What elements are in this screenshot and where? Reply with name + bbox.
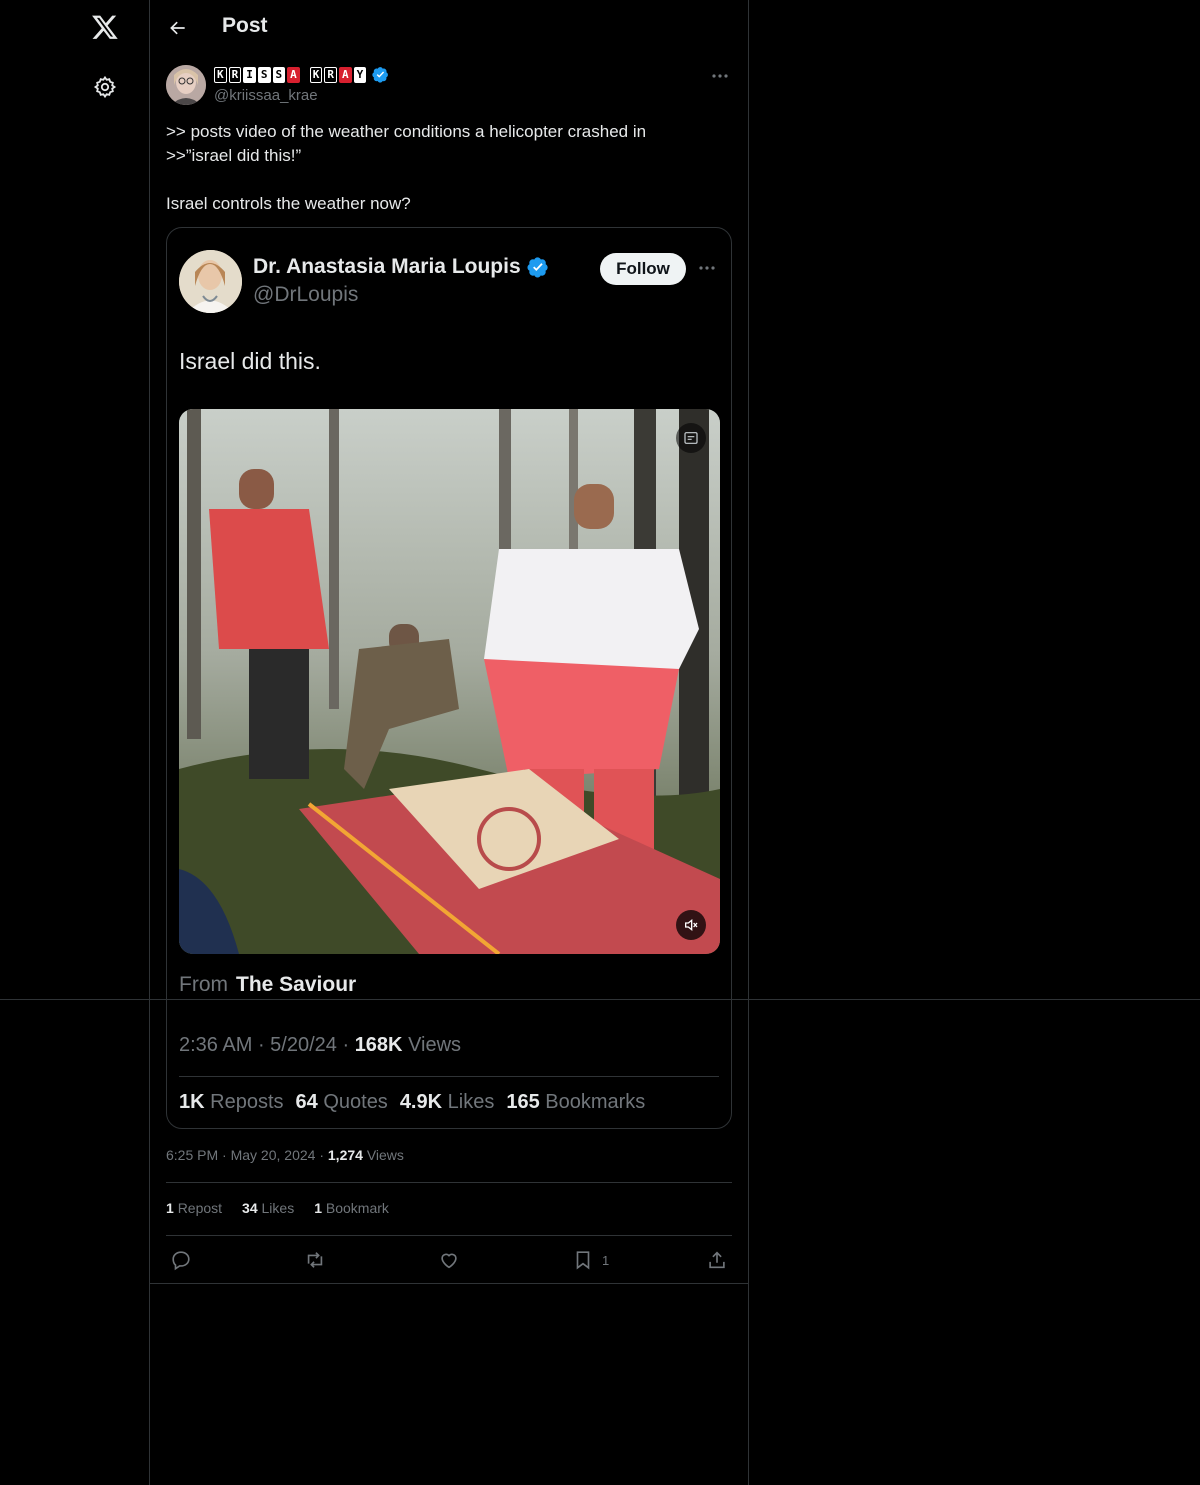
quoted-post-meta: 2:36 AM · 5/20/24 · 168K Views [179,1034,462,1056]
bookmark-action-count: 1 [602,1252,610,1268]
quoted-views-label: Views [408,1034,462,1056]
quoted-quotes-stat[interactable]: 64 Quotes [296,1091,388,1114]
divider [166,1235,732,1236]
quoted-author-handle[interactable]: @DrLoupis [253,283,358,307]
quoted-reposts-label: Reposts [210,1091,284,1113]
quoted-likes-stat[interactable]: 4.9K Likes [400,1091,495,1114]
name-tile: A [339,66,352,83]
likes-stat[interactable]: 34 Likes [242,1200,294,1216]
reply-icon[interactable] [170,1246,192,1274]
name-tile: K [214,66,227,83]
quoted-post[interactable]: Dr. Anastasia Maria Loupis @DrLoupis Fol… [166,227,732,1129]
quoted-reposts-count: 1K [179,1091,205,1113]
quoted-time[interactable]: 2:36 AM [179,1034,252,1056]
post-views-label: Views [366,1147,404,1163]
quoted-reposts-stat[interactable]: 1K Reposts [179,1091,284,1114]
reposts-label: Repost [177,1200,223,1216]
main-column: Post K R I S S A K R A Y @kriissaa_krae … [149,0,749,1485]
divider [179,1076,719,1077]
post-stats: 1 Repost 34 Likes 1 Bookmark [166,1200,389,1216]
divider [0,999,1200,1000]
follow-button[interactable]: Follow [600,253,686,285]
quoted-bookmarks-count: 165 [506,1091,540,1113]
name-tile: S [272,66,286,83]
quoted-likes-count: 4.9K [399,1091,443,1113]
name-tile: S [257,66,271,83]
bookmark-icon[interactable]: 1 [572,1246,609,1274]
bookmarks-count: 1 [314,1200,322,1216]
quoted-author-name-text: Dr. Anastasia Maria Loupis [253,255,521,278]
video-player[interactable] [179,409,720,954]
name-tile: I [243,66,256,83]
bookmarks-label: Bookmark [325,1200,389,1216]
page-title: Post [222,14,268,37]
media-source[interactable]: From The Saviour [179,973,356,997]
left-nav [0,0,150,1485]
quoted-post-text: Israel did this. [179,348,321,374]
post-views-count: 1,274 [327,1147,363,1163]
post-meta: 6:25 PM · May 20, 2024 · 1,274 Views [166,1147,404,1163]
x-logo-icon[interactable] [88,10,122,44]
media-tag-icon[interactable] [676,423,706,453]
arrow-left-icon[interactable] [164,14,192,42]
video-frame [179,409,720,954]
from-source[interactable]: The Saviour [236,973,356,996]
quoted-author-name[interactable]: Dr. Anastasia Maria Loupis [253,255,549,279]
divider [150,1283,748,1284]
quoted-bookmarks-label: Bookmarks [545,1091,646,1113]
quoted-quotes-count: 64 [295,1091,318,1113]
author-name[interactable]: K R I S S A K R A Y [214,66,389,83]
verified-badge-icon [527,257,548,278]
post-author: K R I S S A K R A Y @kriissaa_krae [166,64,732,108]
name-tile: A [287,66,300,83]
gear-icon[interactable] [90,72,120,102]
avatar[interactable] [179,250,242,313]
quoted-views-count: 168K [354,1034,403,1056]
page-header: Post [150,0,748,56]
verified-badge-icon [372,67,389,83]
reposts-stat[interactable]: 1 Repost [166,1200,222,1216]
name-tile: R [228,66,242,83]
avatar[interactable] [166,65,206,105]
action-bar: 1 [166,1246,732,1274]
post-time[interactable]: 6:25 PM [166,1147,218,1163]
repost-icon[interactable] [304,1246,326,1274]
name-tile: K [309,66,323,83]
name-tile: R [324,66,337,83]
likes-label: Likes [261,1200,295,1216]
author-handle[interactable]: @kriissaa_krae [214,87,318,104]
divider [166,1182,732,1183]
quoted-date[interactable]: 5/20/24 [270,1034,337,1056]
quoted-post-stats: 1K Reposts 64 Quotes 4.9K Likes 165 Book… [179,1091,645,1114]
name-tile: Y [353,66,367,83]
likes-count: 34 [242,1200,258,1216]
quoted-likes-label: Likes [447,1091,495,1113]
mute-icon[interactable] [676,910,706,940]
reposts-count: 1 [166,1200,174,1216]
more-options-icon[interactable] [708,66,732,86]
quoted-quotes-label: Quotes [323,1091,388,1113]
like-icon[interactable] [438,1246,460,1274]
quoted-bookmarks-stat[interactable]: 165 Bookmarks [506,1091,645,1114]
post-date[interactable]: May 20, 2024 [231,1147,316,1163]
from-label: From [179,973,228,996]
post-text: >> posts video of the weather conditions… [166,122,647,213]
bookmarks-stat[interactable]: 1 Bookmark [314,1200,389,1216]
more-options-icon[interactable] [695,258,719,278]
share-icon[interactable] [706,1246,728,1274]
